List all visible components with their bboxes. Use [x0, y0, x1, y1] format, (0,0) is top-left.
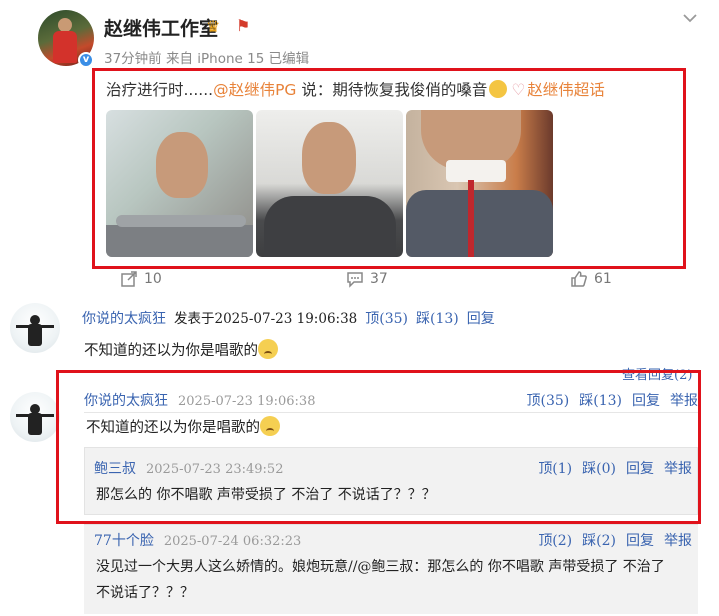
- author-name[interactable]: 赵继伟工作室: [104, 14, 218, 41]
- reply-down-button[interactable]: 踩(2): [582, 530, 616, 550]
- comment-stat[interactable]: 37: [346, 270, 388, 288]
- comment-down-button[interactable]: 踩(13): [416, 308, 459, 328]
- highlight-box-post: [92, 68, 686, 269]
- repost-count: 10: [144, 271, 162, 287]
- reply-text-line-1: 没见过一个大男人这么娇情的。娘炮玩意//@鲍三叔：那怎么的 你不唱歌 声带受损了…: [96, 559, 665, 575]
- reply-up-button[interactable]: 顶(2): [538, 530, 572, 550]
- reply-time: 2025-07-24 06:32:23: [163, 534, 302, 549]
- comment-reply-button[interactable]: 回复: [467, 308, 495, 328]
- verified-badge-icon: v: [78, 52, 94, 68]
- chevron-down-icon[interactable]: [682, 10, 698, 26]
- comment-count: 37: [370, 271, 388, 287]
- reply-author-name[interactable]: 77十个脸: [94, 530, 154, 550]
- reply-text-line-2: 不说话了？？？: [96, 585, 194, 601]
- post-meta: 37分钟前 来自 iPhone 15 已编辑: [104, 51, 310, 67]
- repost-stat[interactable]: 10: [120, 270, 162, 288]
- like-stat[interactable]: 61: [570, 270, 612, 288]
- comment-text-body: 不知道的还以为你是唱歌的: [84, 343, 258, 359]
- commenter-avatar[interactable]: [10, 303, 60, 353]
- like-count: 61: [594, 271, 612, 287]
- highlight-box-thread: [56, 370, 701, 524]
- reply-reply-button[interactable]: 回复: [626, 530, 654, 550]
- reply-report-button[interactable]: 举报: [664, 530, 692, 550]
- flag-icon: ⚑: [236, 16, 251, 35]
- reply-header: 77十个脸 2025-07-24 06:32:23 顶(2) 踩(2) 回复 举…: [94, 530, 692, 550]
- comment-header: 你说的太疯狂 发表于2025-07-23 19:06:38 顶(35) 踩(13…: [82, 307, 495, 328]
- comment-icon: [347, 272, 363, 288]
- thread-commenter-avatar[interactable]: [10, 392, 60, 442]
- repost-icon: [121, 271, 137, 287]
- sad-emoji-icon: [258, 339, 278, 359]
- comment-posted-time: 发表于2025-07-23 19:06:38: [174, 311, 358, 327]
- crown-icon: ♛: [206, 17, 221, 36]
- commenter-name[interactable]: 你说的太疯狂: [82, 308, 166, 328]
- like-icon: [571, 271, 587, 287]
- comment-text: 不知道的还以为你是唱歌的: [84, 339, 278, 360]
- comment-up-button[interactable]: 顶(35): [365, 308, 408, 328]
